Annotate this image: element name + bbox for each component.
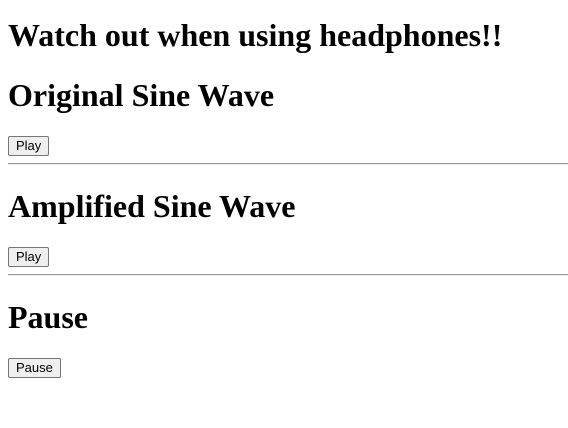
section-divider [8,274,568,276]
pause-button[interactable]: Pause [8,358,61,378]
play-amplified-button[interactable]: Play [8,247,50,267]
original-sine-wave-heading: Original Sine Wave [8,77,275,113]
amplified-sine-wave-heading: Amplified Sine Wave [8,188,296,224]
page-title: Watch out when using headphones!! [8,17,503,53]
play-original-button[interactable]: Play [8,136,50,156]
section-divider [8,163,568,165]
pause-heading: Pause [8,299,88,335]
page: Watch out when using headphones!! Origin… [0,0,568,428]
